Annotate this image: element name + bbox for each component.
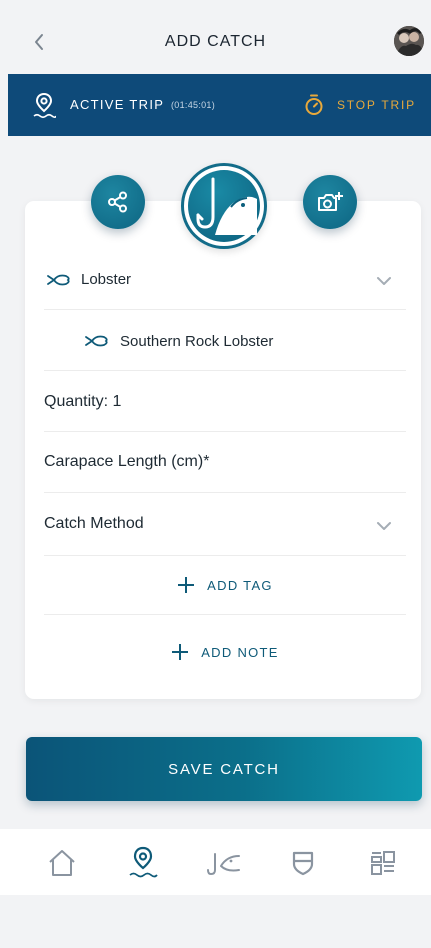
stop-trip-label: STOP TRIP bbox=[337, 98, 416, 112]
user-avatar bbox=[394, 26, 424, 56]
stopwatch-icon bbox=[305, 94, 323, 115]
tab-more[interactable] bbox=[365, 845, 401, 881]
fish-icon bbox=[207, 853, 240, 876]
plus-icon bbox=[172, 644, 189, 660]
carapace-length-label: Carapace Length (cm)* bbox=[44, 453, 210, 470]
home-icon bbox=[49, 850, 75, 876]
add-note-label: ADD NOTE bbox=[201, 644, 279, 660]
save-catch-button[interactable]: SAVE CATCH bbox=[26, 737, 422, 801]
dashboard-icon bbox=[371, 851, 395, 875]
app-header: ADD CATCH bbox=[0, 0, 431, 74]
location-pin-icon bbox=[129, 846, 158, 878]
add-tag-label: ADD TAG bbox=[207, 577, 273, 593]
lobster-icon bbox=[47, 274, 70, 286]
chevron-down-icon bbox=[377, 277, 391, 285]
save-catch-label: SAVE CATCH bbox=[168, 760, 280, 778]
species-value: Southern Rock Lobster bbox=[120, 333, 274, 350]
stop-trip-button[interactable]: STOP TRIP bbox=[304, 90, 416, 120]
carapace-length-field[interactable]: Carapace Length (cm)* bbox=[44, 432, 406, 493]
add-photo-icon bbox=[318, 192, 343, 211]
avatar[interactable] bbox=[394, 26, 424, 56]
catch-method-select[interactable]: Catch Method bbox=[44, 493, 406, 556]
catch-species-button[interactable] bbox=[181, 163, 267, 249]
bottom-tab-bar bbox=[0, 829, 431, 895]
add-tag-button[interactable]: ADD TAG bbox=[44, 556, 406, 615]
add-photo-button[interactable] bbox=[303, 175, 357, 229]
tab-trip[interactable] bbox=[125, 845, 161, 881]
add-note-button[interactable]: ADD NOTE bbox=[44, 624, 406, 680]
share-button[interactable] bbox=[91, 175, 145, 229]
quantity-label: Quantity: 1 bbox=[44, 393, 122, 410]
active-trip-bar: ACTIVE TRIP (01:45:01) STOP TRIP bbox=[8, 74, 431, 136]
tab-rules[interactable] bbox=[285, 845, 321, 881]
active-trip-label: ACTIVE TRIP bbox=[70, 97, 165, 112]
tab-home[interactable] bbox=[44, 845, 80, 881]
tab-catch[interactable] bbox=[205, 845, 241, 881]
fish-hook-icon bbox=[196, 177, 257, 235]
shield-icon bbox=[292, 851, 314, 876]
chevron-down-icon bbox=[377, 522, 391, 530]
species-category-select[interactable]: Lobster bbox=[44, 249, 406, 310]
trip-elapsed-time: (01:45:01) bbox=[171, 100, 216, 110]
lobster-icon bbox=[85, 335, 108, 347]
page-title: ADD CATCH bbox=[164, 33, 267, 50]
catch-species-badge bbox=[188, 170, 260, 242]
quantity-field[interactable]: Quantity: 1 bbox=[44, 371, 406, 432]
plus-icon bbox=[178, 577, 195, 593]
location-pin-icon bbox=[33, 92, 56, 119]
catch-method-label: Catch Method bbox=[44, 515, 144, 532]
species-select[interactable]: Southern Rock Lobster bbox=[44, 310, 406, 371]
species-category-value: Lobster bbox=[81, 271, 132, 288]
share-icon bbox=[108, 191, 127, 213]
